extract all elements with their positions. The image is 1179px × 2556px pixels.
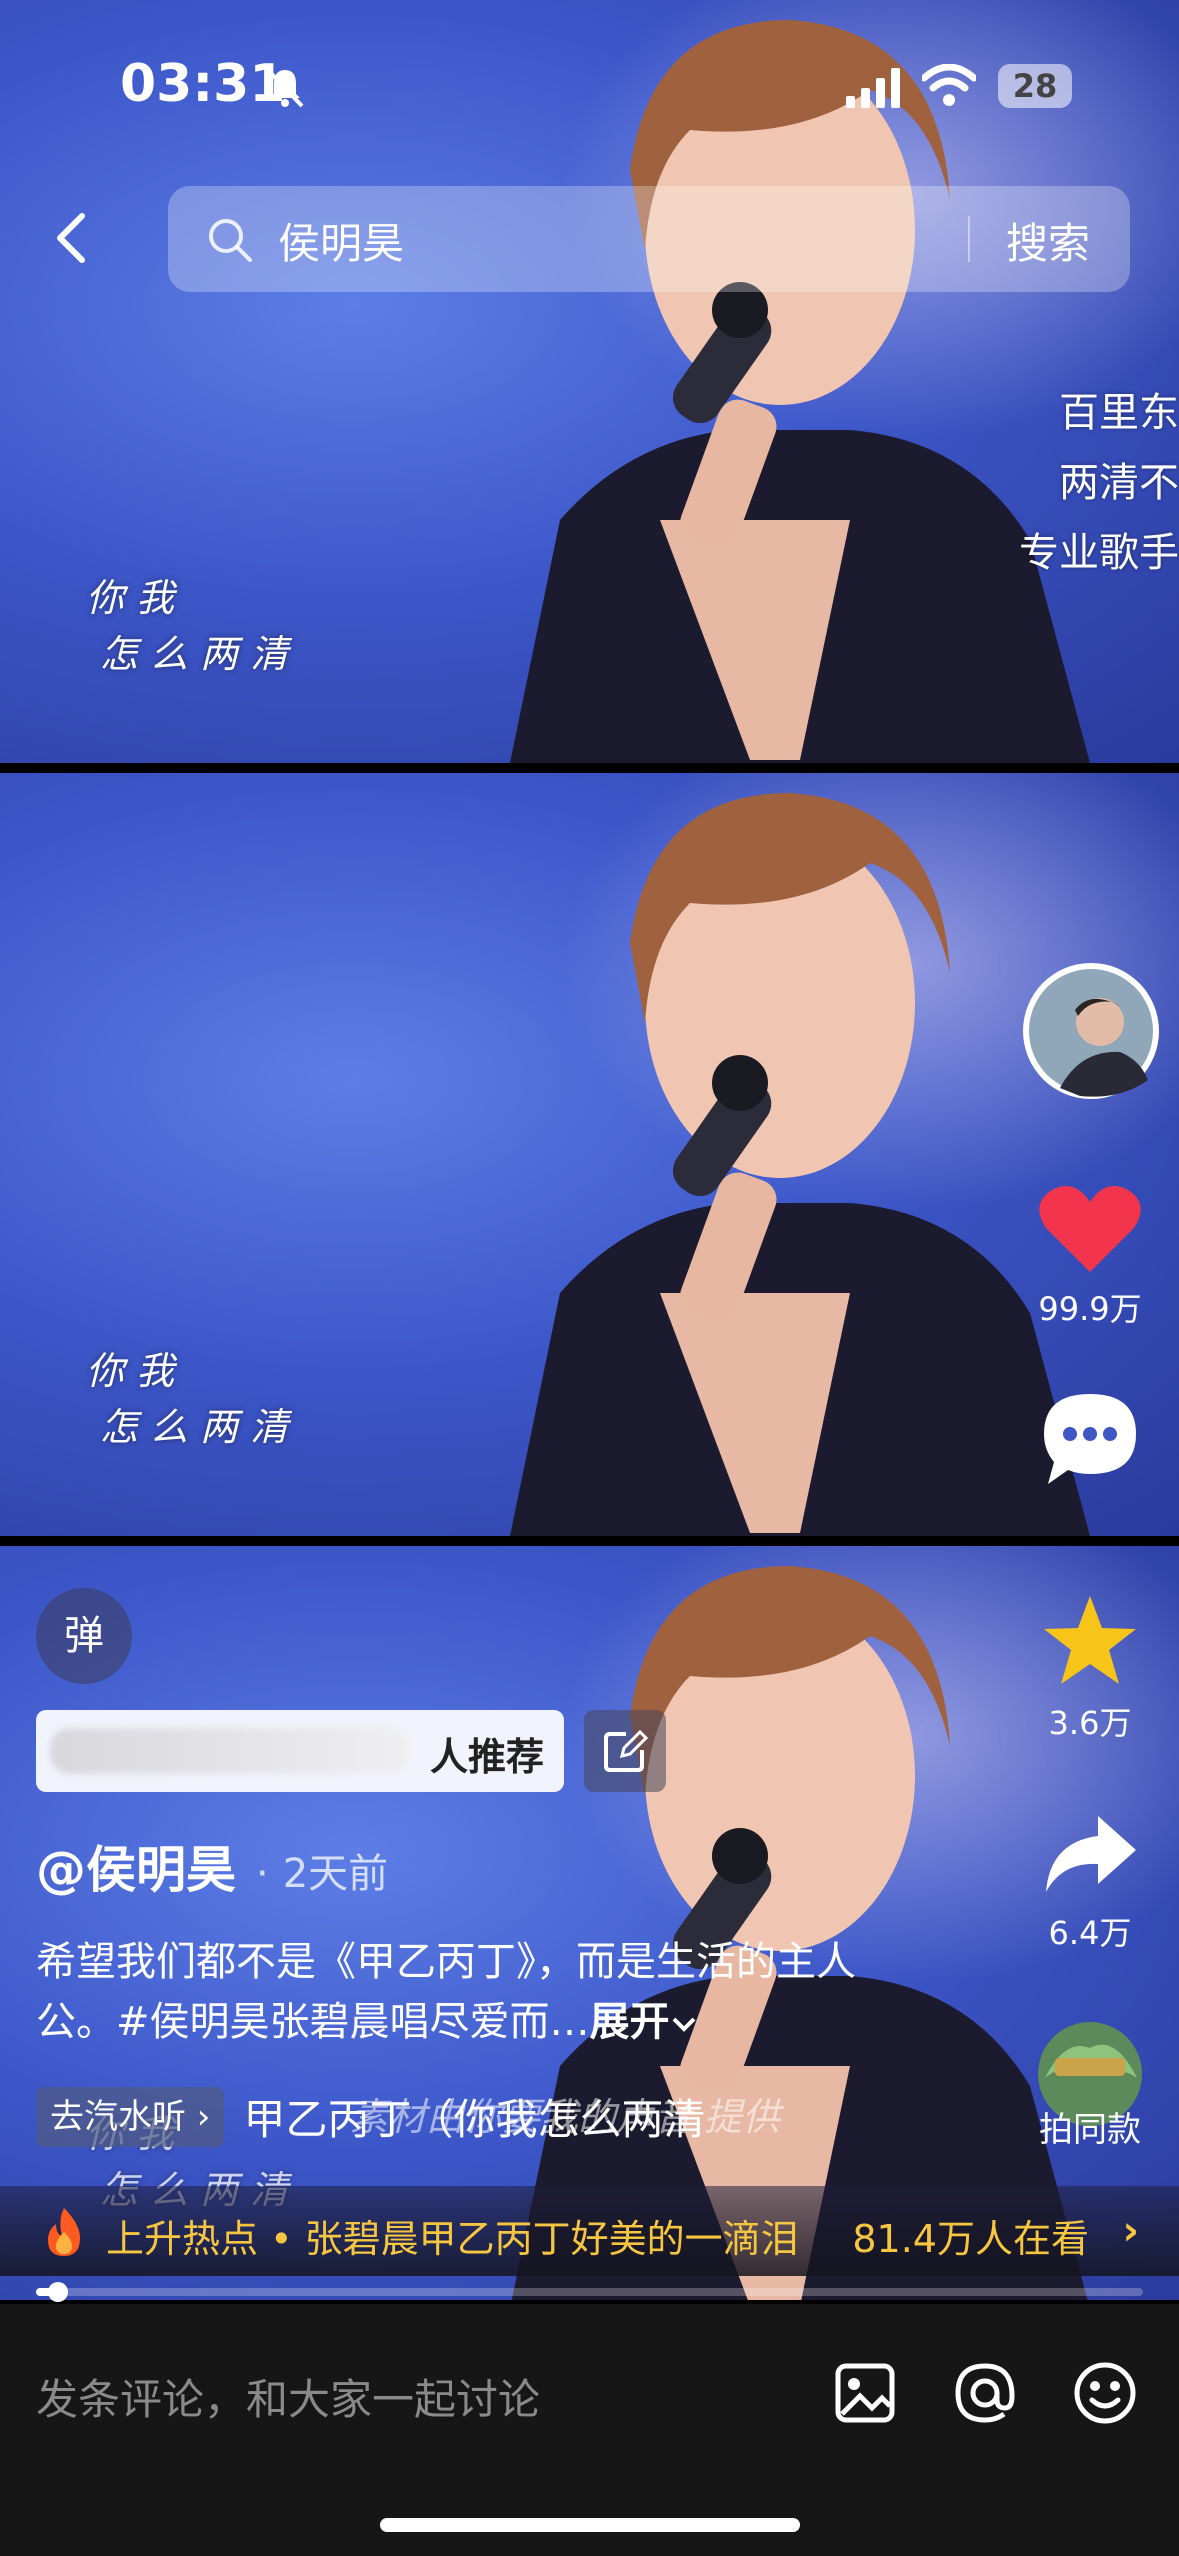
same-style-label: 拍同款 <box>1039 2110 1141 2150</box>
recommend-bar[interactable]: 人推荐 <box>36 1710 564 1792</box>
at-icon[interactable] <box>950 2358 1020 2428</box>
video-panel-middle: 你 我怎 么 两 清 <box>0 773 1179 1536</box>
signal-icon <box>846 68 900 108</box>
like-button[interactable]: 99.9万 <box>1020 1182 1160 1330</box>
singer-figure <box>510 793 1090 1536</box>
comment-icon <box>1044 1394 1136 1484</box>
fire-icon <box>48 2208 80 2256</box>
comment-bar: 发条评论，和大家一起讨论 <box>0 2304 1179 2556</box>
heart-icon <box>1039 1186 1141 1272</box>
expand-link[interactable]: 展开 <box>590 1999 698 2045</box>
post-time: 2天前 <box>282 1851 389 1897</box>
recommend-label: 人推荐 <box>429 1735 544 1779</box>
status-time: 03:31 <box>120 54 286 114</box>
hot-topic-text: 上升热点 • 张碧晨甲乙丙丁好美的一滴泪 <box>106 2217 799 2261</box>
like-count: 99.9万 <box>1038 1290 1142 1328</box>
emoji-icon[interactable] <box>1070 2358 1140 2428</box>
music-app-tag[interactable]: 去汽水听 › <box>36 2086 225 2147</box>
wifi-icon <box>922 64 976 106</box>
chevron-right-icon: › <box>1122 2208 1139 2254</box>
hot-topic-bar[interactable]: 上升热点 • 张碧晨甲乙丙丁好美的一滴泪 81.4万人在看 › <box>0 2186 1179 2276</box>
battery-icon: 28 <box>998 64 1072 108</box>
favorite-count: 3.6万 <box>1048 1704 1132 1742</box>
search-input[interactable]: 侯明昊 搜索 <box>168 186 1130 292</box>
favorite-button[interactable]: 3.6万 <box>1020 1592 1160 1744</box>
side-caption-2: 两清不 <box>1059 460 1179 506</box>
chevron-down-icon <box>672 2017 695 2032</box>
progress-handle[interactable] <box>48 2282 69 2302</box>
lyric-overlay: 你 我怎 么 两 清 <box>86 576 289 676</box>
share-icon <box>1046 1816 1136 1892</box>
video-progress[interactable] <box>36 2282 1143 2302</box>
edit-icon <box>604 1729 649 1772</box>
side-caption-3: 专业歌手 <box>1019 530 1179 576</box>
description-text: 希望我们都不是《甲乙丙丁》，而是生活的主人公。#侯明昊张碧晨唱尽爱而… <box>36 1939 856 2045</box>
hot-viewers: 81.4万人在看 <box>852 2217 1089 2261</box>
search-header: 侯明昊 搜索 <box>0 186 1179 292</box>
home-indicator[interactable] <box>380 2518 800 2532</box>
same-style-button[interactable]: 拍同款 <box>1020 2018 1160 2151</box>
bell-muted-icon <box>266 68 304 108</box>
video-description[interactable]: 希望我们都不是《甲乙丙丁》，而是生活的主人公。#侯明昊张碧晨唱尽爱而…展开 <box>36 1932 896 2052</box>
share-button[interactable]: 6.4万 <box>1020 1812 1160 1954</box>
search-button[interactable]: 搜索 <box>1006 210 1090 271</box>
star-icon <box>1044 1596 1136 1684</box>
edit-button[interactable] <box>584 1710 666 1792</box>
music-title[interactable]: 甲乙丙丁（你我怎么两清 <box>244 2086 706 2147</box>
comment-input[interactable]: 发条评论，和大家一起讨论 <box>36 2366 540 2427</box>
author-avatar[interactable] <box>1020 960 1160 1106</box>
side-caption-1: 百里东 <box>1059 390 1179 436</box>
search-query: 侯明昊 <box>278 219 405 268</box>
back-chevron-icon[interactable] <box>44 208 104 268</box>
author-line[interactable]: @侯明昊 · 2天前 <box>36 1830 388 1902</box>
search-icon <box>209 219 252 262</box>
image-icon[interactable] <box>830 2358 900 2428</box>
author-name[interactable]: @侯明昊 <box>36 1841 236 1899</box>
danmu-toggle[interactable]: 弹 <box>36 1588 132 1684</box>
music-row[interactable]: 去汽水听 › 甲乙丙丁（你我怎么两清 <box>36 2086 706 2147</box>
comment-button[interactable] <box>1020 1390 1160 1494</box>
lyric-overlay: 你 我怎 么 两 清 <box>86 1349 289 1449</box>
share-count: 6.4万 <box>1048 1914 1132 1952</box>
status-bar: 03:31 28 <box>0 50 1179 130</box>
